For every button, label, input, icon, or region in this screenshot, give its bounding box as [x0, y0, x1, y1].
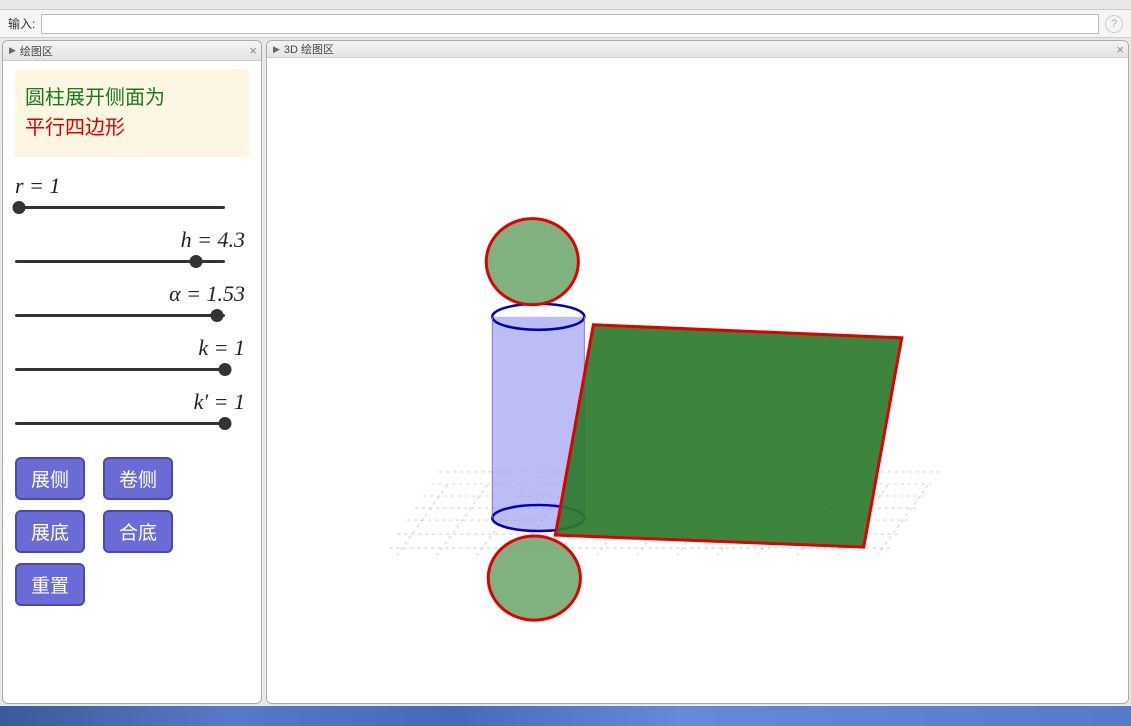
slider-h[interactable]: h = 4.3: [15, 227, 249, 267]
graphics-panel: ▶ 绘图区 × 圆柱展开侧面为 平行四边形 r = 1 h = 4.3 α = …: [2, 40, 262, 704]
slider-alpha-label: α = 1.53: [15, 281, 249, 307]
3d-scene-svg: [267, 58, 1128, 704]
slider-h-label: h = 4.3: [15, 227, 249, 253]
input-bar: 输入: ?: [0, 10, 1131, 38]
command-input[interactable]: [41, 14, 1099, 34]
3d-panel-header[interactable]: ▶ 3D 绘图区 ×: [267, 41, 1128, 58]
title-line-2: 平行四边形: [25, 113, 239, 143]
graphics-panel-header[interactable]: ▶ 绘图区 ×: [3, 41, 261, 61]
help-icon[interactable]: ?: [1105, 15, 1123, 33]
taskbar-strip: [0, 706, 1131, 726]
roll-side-button[interactable]: 卷侧: [103, 457, 173, 500]
close-icon[interactable]: ×: [249, 43, 257, 58]
top-circle: [486, 219, 578, 305]
chevron-right-icon: ▶: [9, 45, 16, 56]
slider-r[interactable]: r = 1: [15, 173, 249, 213]
graphics-panel-body: 圆柱展开侧面为 平行四边形 r = 1 h = 4.3 α = 1.53 k =…: [3, 61, 261, 614]
unfolded-side-parallelogram: [555, 325, 901, 547]
input-label: 输入:: [8, 15, 35, 32]
slider-alpha[interactable]: α = 1.53: [15, 281, 249, 321]
close-icon[interactable]: ×: [1116, 42, 1124, 57]
bottom-circle: [488, 536, 580, 620]
slider-kp-label: k′ = 1: [15, 389, 249, 415]
graphics-panel-title: 绘图区: [20, 43, 53, 59]
title-box: 圆柱展开侧面为 平行四边形: [15, 69, 249, 157]
title-line-1: 圆柱展开侧面为: [25, 83, 239, 113]
chevron-right-icon: ▶: [273, 44, 280, 55]
fold-base-button[interactable]: 合底: [103, 510, 173, 553]
main-area: ▶ 绘图区 × 圆柱展开侧面为 平行四边形 r = 1 h = 4.3 α = …: [0, 38, 1131, 706]
button-grid: 展侧 卷侧 展底 合底 重置: [15, 457, 249, 606]
3d-viewport[interactable]: [267, 58, 1128, 704]
reset-button[interactable]: 重置: [15, 563, 85, 606]
slider-kp[interactable]: k′ = 1: [15, 389, 249, 429]
unfold-side-button[interactable]: 展侧: [15, 457, 85, 500]
slider-k[interactable]: k = 1: [15, 335, 249, 375]
unfold-base-button[interactable]: 展底: [15, 510, 85, 553]
top-toolbar: [0, 0, 1131, 10]
slider-r-label: r = 1: [15, 173, 249, 199]
3d-panel-title: 3D 绘图区: [284, 41, 334, 57]
3d-graphics-panel: ▶ 3D 绘图区 ×: [266, 40, 1129, 704]
slider-k-label: k = 1: [15, 335, 249, 361]
